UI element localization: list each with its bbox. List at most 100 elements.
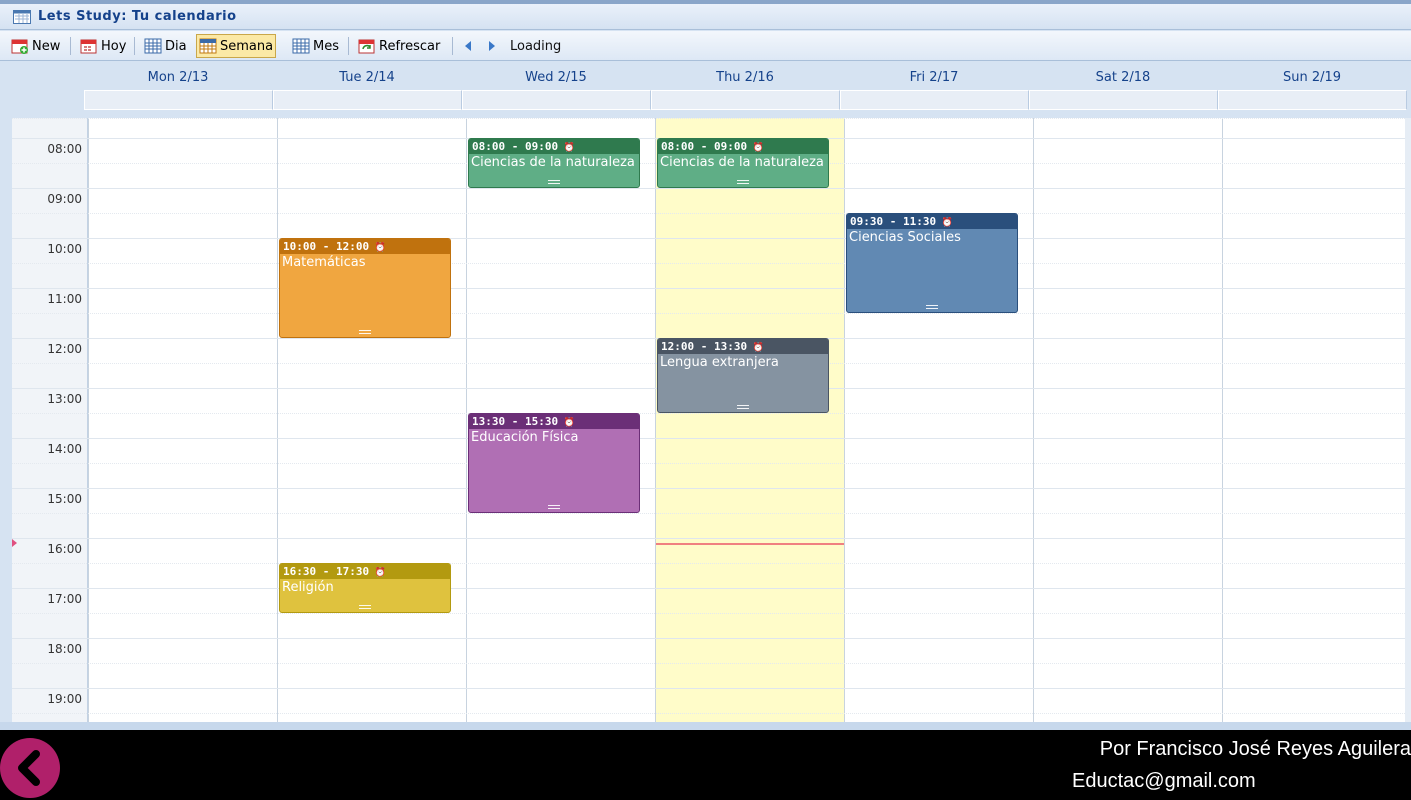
event-time: 16:30 - 17:30 ⏰ <box>280 564 450 579</box>
hour-line <box>12 288 1411 289</box>
hour-line <box>12 238 1411 239</box>
day-view-icon <box>144 38 162 54</box>
day-column[interactable] <box>1222 118 1411 722</box>
author-credit: Por Francisco José Reyes Aguilera <box>1099 738 1411 760</box>
window-title: Lets Study: Tu calendario <box>38 9 237 24</box>
week-view-button[interactable]: Semana <box>196 34 277 58</box>
day-header-label[interactable]: Mon 2/13 <box>84 70 272 85</box>
event-time: 12:00 - 13:30 ⏰ <box>658 339 828 354</box>
hour-line <box>12 438 1411 439</box>
hour-label: 18:00 <box>47 642 82 656</box>
toolbar-separator <box>452 37 453 55</box>
hour-label: 17:00 <box>47 592 82 606</box>
prev-week-arrow-icon[interactable] <box>463 40 473 52</box>
half-hour-line <box>12 213 1411 214</box>
grid-scrollbar[interactable] <box>1405 118 1411 722</box>
all-day-cell[interactable] <box>1218 90 1407 110</box>
event-resize-handle[interactable] <box>548 505 560 509</box>
calendar-event[interactable]: 12:00 - 13:30 ⏰ Lengua extranjera <box>657 338 829 413</box>
event-resize-handle[interactable] <box>359 330 371 334</box>
day-column-today[interactable] <box>655 118 844 722</box>
event-resize-handle[interactable] <box>359 605 371 609</box>
window-bottom-border <box>0 722 1411 730</box>
today-button[interactable]: Hoy <box>77 34 129 58</box>
calendar-event[interactable]: 16:30 - 17:30 ⏰ Religión <box>279 563 451 613</box>
day-header-label[interactable]: Sun 2/19 <box>1218 70 1406 85</box>
calendar-event[interactable]: 08:00 - 09:00 ⏰ Ciencias de la naturaleza <box>468 138 640 188</box>
event-resize-handle[interactable] <box>737 405 749 409</box>
week-grid: 08:00 09:00 10:00 11:00 12:00 13:00 14:00 15:00… <box>12 118 1411 722</box>
half-hour-line <box>12 413 1411 414</box>
event-title: Ciencias de la naturaleza <box>660 155 824 170</box>
event-time-label: 10:00 - 12:00 <box>283 240 370 253</box>
current-time-line <box>656 543 844 545</box>
all-day-cell[interactable] <box>462 90 651 110</box>
day-column[interactable] <box>1033 118 1222 722</box>
event-time-label: 09:30 - 11:30 <box>850 215 937 228</box>
hour-line <box>12 688 1411 689</box>
event-time-label: 08:00 - 09:00 <box>661 140 748 153</box>
all-day-cell[interactable] <box>840 90 1029 110</box>
calendar-event[interactable]: 13:30 - 15:30 ⏰ Educación Física <box>468 413 640 513</box>
app-root: Lets Study: Tu calendario New Hoy Dia Se… <box>0 0 1411 800</box>
week-view-label: Semana <box>220 38 274 54</box>
alarm-clock-icon: ⏰ <box>369 568 386 578</box>
all-day-cell[interactable] <box>273 90 462 110</box>
month-view-button[interactable]: Mes <box>289 34 342 58</box>
event-time: 13:30 - 15:30 ⏰ <box>469 414 639 429</box>
current-time-marker <box>12 539 17 547</box>
month-view-icon <box>292 38 310 54</box>
alarm-clock-icon: ⏰ <box>747 143 764 153</box>
refresh-button[interactable]: Refrescar <box>355 34 443 58</box>
hour-line <box>12 188 1411 189</box>
alarm-clock-icon: ⏰ <box>369 243 386 253</box>
title-bar: Lets Study: Tu calendario <box>0 4 1411 30</box>
calendar-event[interactable]: 09:30 - 11:30 ⏰ Ciencias Sociales <box>846 213 1018 313</box>
hour-label: 12:00 <box>47 342 82 356</box>
day-headers: Mon 2/13 Tue 2/14 Wed 2/15 Thu 2/16 Fri 2/17… <box>84 62 1411 118</box>
next-week-arrow-icon[interactable] <box>487 40 497 52</box>
event-resize-handle[interactable] <box>548 180 560 184</box>
day-header-label[interactable]: Tue 2/14 <box>273 70 461 85</box>
new-button-label: New <box>32 38 61 54</box>
hour-label: 08:00 <box>47 142 82 156</box>
today-button-label: Hoy <box>101 38 127 54</box>
event-resize-handle[interactable] <box>737 180 749 184</box>
day-header-label[interactable]: Wed 2/15 <box>462 70 650 85</box>
hour-line <box>12 588 1411 589</box>
hour-line <box>12 538 1411 539</box>
back-button[interactable] <box>0 738 60 798</box>
alarm-clock-icon: ⏰ <box>558 418 575 428</box>
time-gutter: 08:00 09:00 10:00 11:00 12:00 13:00 14:00 15:00… <box>12 118 88 722</box>
day-view-label: Dia <box>165 38 187 54</box>
new-button[interactable]: New <box>8 34 63 58</box>
event-resize-handle[interactable] <box>926 305 938 309</box>
calendar-event[interactable]: 08:00 - 09:00 ⏰ Ciencias de la naturaleza <box>657 138 829 188</box>
day-header-label[interactable]: Sat 2/18 <box>1029 70 1217 85</box>
event-time-label: 08:00 - 09:00 <box>472 140 559 153</box>
half-hour-line <box>12 563 1411 564</box>
all-day-cell[interactable] <box>84 90 273 110</box>
footer-bar: Por Francisco José Reyes Aguilera Educta… <box>0 730 1411 800</box>
day-view-button[interactable]: Dia <box>141 34 190 58</box>
hour-label: 15:00 <box>47 492 82 506</box>
hour-label: 09:00 <box>47 192 82 206</box>
alarm-clock-icon: ⏰ <box>558 143 575 153</box>
alarm-clock-icon: ⏰ <box>747 343 764 353</box>
event-title: Matemáticas <box>282 255 366 270</box>
all-day-cell[interactable] <box>1029 90 1218 110</box>
day-column[interactable] <box>88 118 277 722</box>
alarm-clock-icon: ⏰ <box>936 218 953 228</box>
hour-label: 14:00 <box>47 442 82 456</box>
day-header-label[interactable]: Fri 2/17 <box>840 70 1028 85</box>
day-column[interactable] <box>844 118 1033 722</box>
calendar-event[interactable]: 10:00 - 12:00 ⏰ Matemáticas <box>279 238 451 338</box>
day-header-label[interactable]: Thu 2/16 <box>651 70 839 85</box>
event-time: 09:30 - 11:30 ⏰ <box>847 214 1017 229</box>
week-header: Mon 2/13 Tue 2/14 Wed 2/15 Thu 2/16 Fri 2/17… <box>0 62 1411 118</box>
chevron-left-icon <box>18 750 40 786</box>
day-column[interactable] <box>277 118 466 722</box>
event-title: Lengua extranjera <box>660 355 779 370</box>
refresh-button-label: Refrescar <box>379 38 441 54</box>
all-day-cell[interactable] <box>651 90 840 110</box>
